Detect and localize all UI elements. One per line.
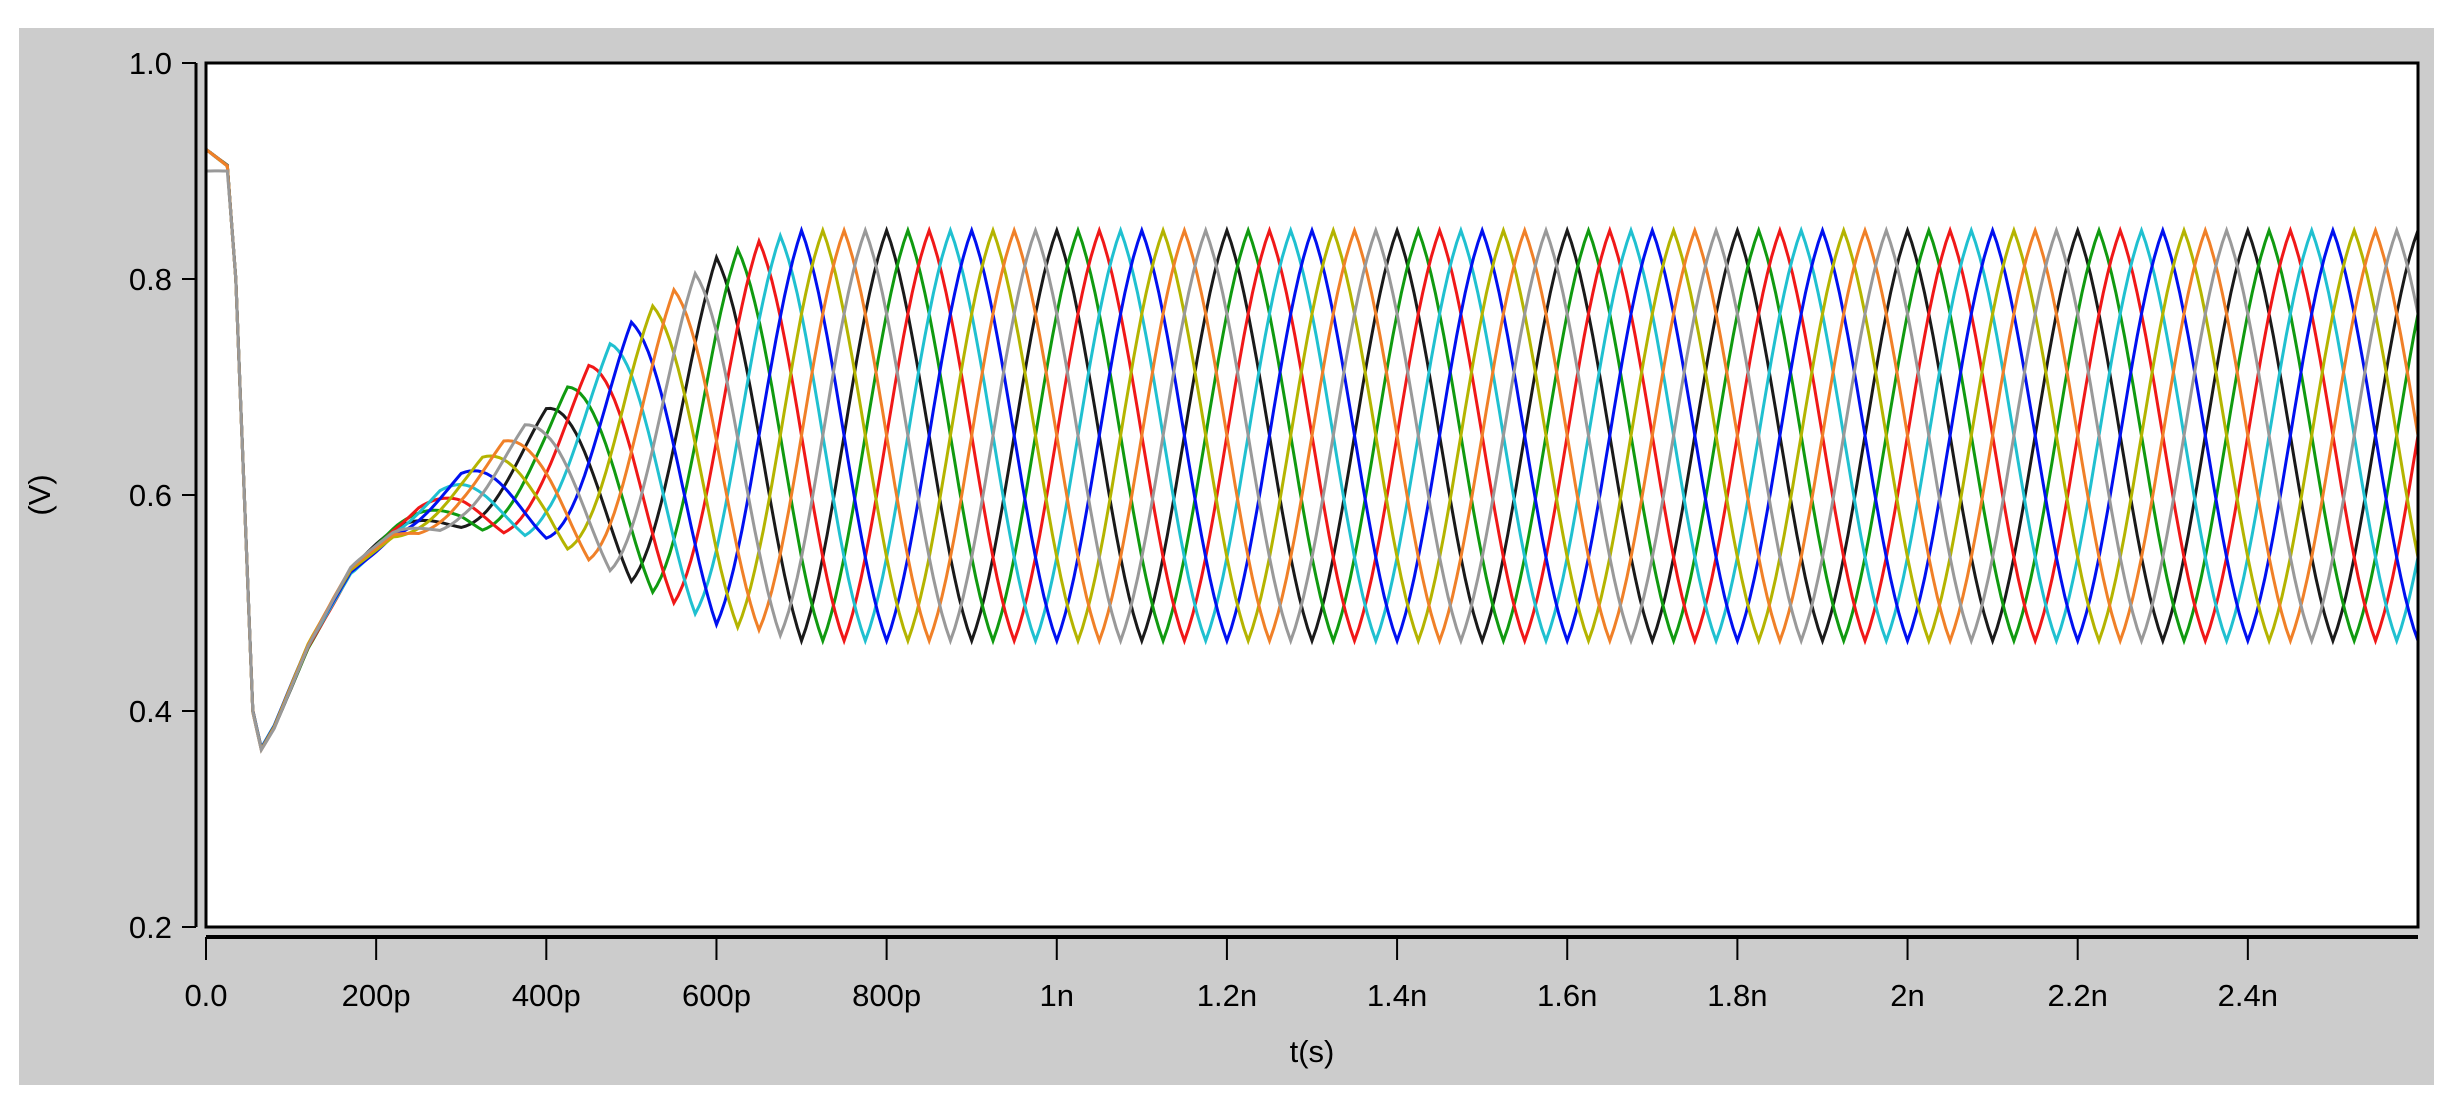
y-tick-label: 1.0 <box>129 46 172 81</box>
x-tick-label: 1.4n <box>1367 978 1427 1013</box>
y-tick-label: 0.4 <box>129 694 172 729</box>
x-tick-label: 1.2n <box>1197 978 1257 1013</box>
x-tick-label: 1n <box>1040 978 1074 1013</box>
x-tick-label: 2.4n <box>2218 978 2278 1013</box>
x-tick-label: 1.6n <box>1537 978 1597 1013</box>
y-tick-label: 0.6 <box>129 478 172 513</box>
x-tick-label: 600p <box>682 978 751 1013</box>
x-tick-label: 2n <box>1890 978 1924 1013</box>
x-tick-label: 1.8n <box>1707 978 1767 1013</box>
x-tick-label: 200p <box>342 978 411 1013</box>
y-tick-label: 0.2 <box>129 910 172 945</box>
x-tick-label: 800p <box>852 978 921 1013</box>
y-tick-label: 0.8 <box>129 262 172 297</box>
x-tick-label: 2.2n <box>2048 978 2108 1013</box>
x-tick-label: 0.0 <box>184 978 227 1013</box>
x-axis-title: t(s) <box>1290 1034 1335 1069</box>
transient-chart: 1.0 0.8 0.6 0.4 0.2 0.0 200p 400p 600p 800p 1n 1.2… <box>19 28 2434 1085</box>
y-axis-title: (V) <box>22 474 57 515</box>
x-tick-label: 400p <box>512 978 581 1013</box>
